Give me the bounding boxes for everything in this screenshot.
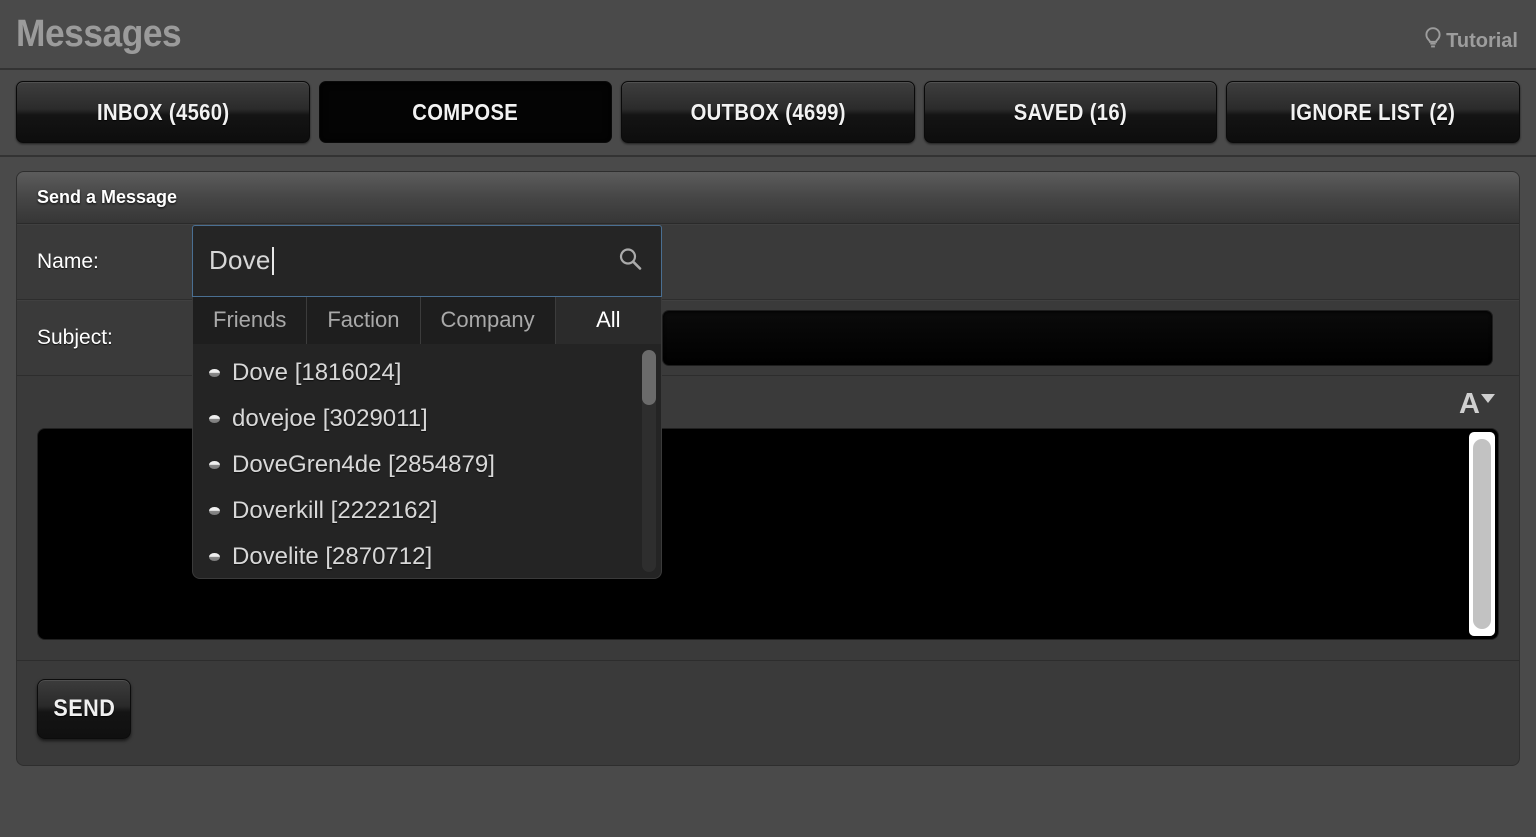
- list-item[interactable]: Dovelite [2870712]: [193, 534, 661, 578]
- filter-tab-faction[interactable]: Faction: [307, 296, 421, 344]
- name-search-box[interactable]: Dove: [192, 224, 662, 297]
- bullet-icon: [209, 506, 220, 515]
- name-row: Name: Dove Friends Faction Company All D…: [17, 224, 1519, 579]
- tab-ignore-list-label: IGNORE LIST (2): [1290, 98, 1456, 125]
- filter-tab-faction-label: Faction: [327, 307, 400, 332]
- send-button[interactable]: SEND: [37, 679, 131, 739]
- tab-ignore-list[interactable]: IGNORE LIST (2): [1226, 81, 1520, 143]
- filter-tab-friends-label: Friends: [213, 307, 287, 332]
- search-icon[interactable]: [617, 245, 643, 276]
- suggestion-list: Dove [1816024] dovejoe [3029011] DoveGre…: [192, 343, 662, 579]
- message-body-scrollbar[interactable]: [1469, 432, 1495, 636]
- name-autocomplete: Dove Friends Faction Company All Dove [1…: [192, 224, 662, 579]
- subject-input[interactable]: [662, 309, 1493, 366]
- tab-compose[interactable]: COMPOSE: [318, 81, 613, 143]
- list-item[interactable]: dovejoe [3029011]: [193, 396, 661, 442]
- bullet-icon: [209, 460, 220, 469]
- message-body-scrollbar-thumb[interactable]: [1473, 439, 1491, 629]
- send-row: SEND: [17, 661, 1519, 765]
- suggestion-label: Dove [1816024]: [232, 358, 402, 386]
- filter-tab-company-label: Company: [440, 307, 535, 332]
- subject-label: Subject:: [37, 325, 113, 349]
- tab-inbox-label: INBOX (4560): [96, 98, 230, 125]
- tutorial-label: Tutorial: [1446, 29, 1518, 52]
- filter-tab-company[interactable]: Company: [420, 296, 556, 344]
- autocomplete-filter-tabs: Friends Faction Company All: [192, 296, 662, 344]
- bullet-icon: [209, 414, 220, 423]
- list-item[interactable]: Dove [1816024]: [193, 350, 661, 396]
- send-button-label: SEND: [53, 695, 115, 722]
- suggestion-label: dovejoe [3029011]: [232, 404, 428, 432]
- filter-tab-friends[interactable]: Friends: [193, 296, 308, 344]
- tab-saved-label: SAVED (16): [1013, 98, 1128, 125]
- name-search-input[interactable]: Dove: [209, 245, 271, 276]
- page-title: Messages: [16, 12, 182, 55]
- bullet-icon: [209, 552, 220, 561]
- text-caret: [271, 246, 274, 275]
- name-label: Name:: [37, 249, 99, 273]
- svg-text:A: A: [1459, 388, 1480, 418]
- bullet-icon: [209, 368, 220, 377]
- page-header: Messages Tutorial: [0, 0, 1536, 70]
- tab-outbox-label: OUTBOX (4699): [690, 98, 846, 125]
- suggestion-scrollbar[interactable]: [642, 349, 656, 572]
- tab-compose-label: COMPOSE: [412, 98, 519, 125]
- suggestion-label: DoveGren4de [2854879]: [232, 450, 495, 478]
- tab-outbox[interactable]: OUTBOX (4699): [621, 81, 915, 143]
- filter-tab-all-label: All: [596, 307, 621, 332]
- filter-tab-all[interactable]: All: [555, 296, 661, 344]
- suggestion-label: Dovelite [2870712]: [232, 542, 433, 570]
- tab-bar: INBOX (4560) COMPOSE OUTBOX (4699) SAVED…: [0, 70, 1536, 157]
- lightbulb-icon: [1423, 26, 1443, 56]
- list-item[interactable]: DoveGren4de [2854879]: [193, 442, 661, 488]
- suggestion-label: Doverkill [2222162]: [232, 496, 438, 524]
- font-size-icon[interactable]: A: [1457, 386, 1497, 423]
- send-message-panel: Send a Message Name: Dove Friends Factio…: [16, 171, 1520, 766]
- tutorial-link[interactable]: Tutorial: [1423, 26, 1518, 56]
- tab-inbox[interactable]: INBOX (4560): [16, 81, 310, 143]
- tab-saved[interactable]: SAVED (16): [923, 81, 1218, 143]
- suggestion-scrollbar-thumb[interactable]: [642, 349, 656, 405]
- list-item[interactable]: Doverkill [2222162]: [193, 488, 661, 534]
- panel-header: Send a Message: [17, 172, 1519, 224]
- panel-title: Send a Message: [37, 187, 178, 207]
